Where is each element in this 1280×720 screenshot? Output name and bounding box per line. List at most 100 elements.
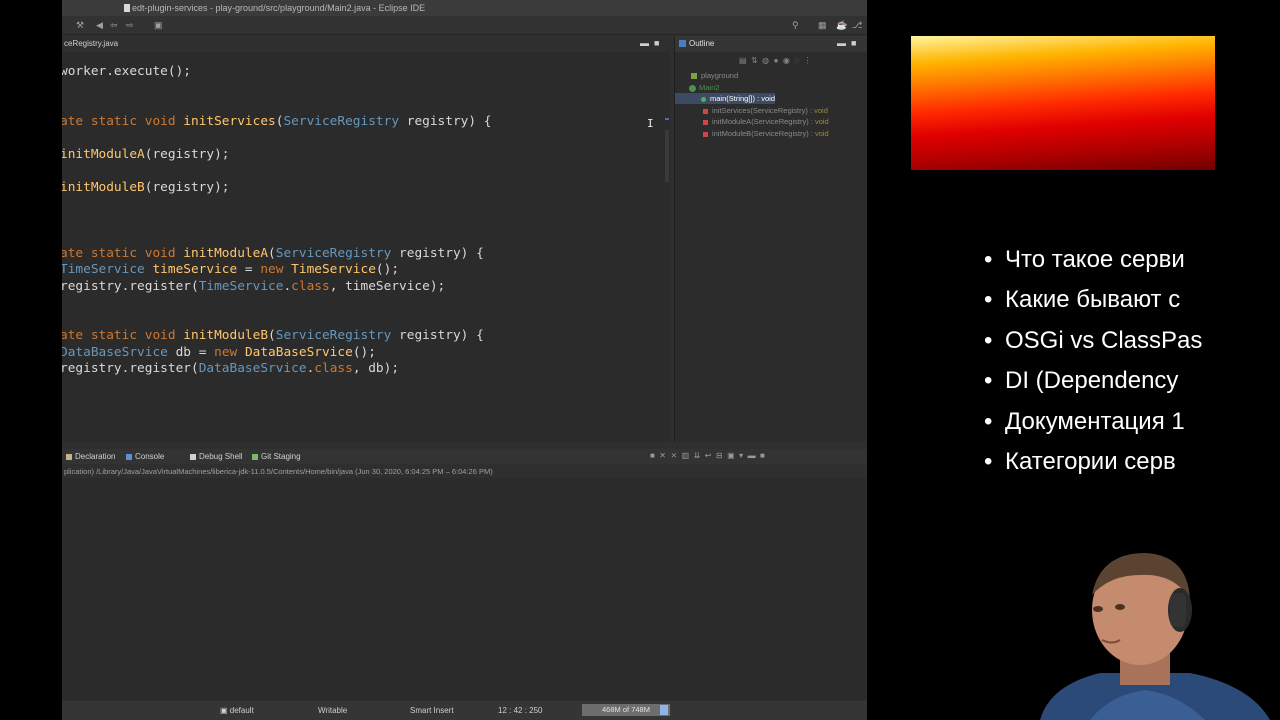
console-output[interactable] (62, 478, 867, 700)
outline-item[interactable]: initServices(ServiceRegistry) : void (675, 105, 828, 116)
editor-scrollbar[interactable] (664, 52, 670, 442)
outline-item[interactable]: initModuleA(ServiceRegistry) : void (675, 116, 829, 127)
code-line[interactable]: DataBaseSrvice db = new DataBaseSrvice()… (62, 345, 376, 360)
git-perspective-icon[interactable]: ⎇ (852, 20, 862, 30)
word-wrap-icon[interactable]: ↩ (705, 451, 712, 460)
slide-banner-image (911, 36, 1215, 170)
occurrence-marker[interactable] (665, 118, 669, 120)
view-menu-icon[interactable]: ⋮ (804, 56, 812, 65)
slide-bullet-text: Документация 1 (1005, 407, 1185, 435)
editor-tab[interactable]: ceRegistry.java (62, 36, 164, 52)
maximize-icon[interactable]: ■ (851, 38, 856, 48)
garbage-collect-icon[interactable] (660, 705, 668, 715)
tab-git-staging[interactable]: Git Staging (252, 449, 301, 464)
code-token: ate static void (62, 114, 184, 129)
slide-bullet-text: Какие бывают с (1005, 286, 1181, 314)
sort-icon[interactable]: ⇅ (751, 56, 758, 65)
minimize-icon[interactable]: ▬ (837, 38, 846, 48)
code-token: . (283, 279, 292, 294)
outline-item-label: Main2 (699, 83, 720, 92)
code-token: (registry); (144, 180, 230, 195)
outline-item[interactable]: initModuleB(ServiceRegistry) : void (675, 128, 829, 139)
hide-nonpublic-icon[interactable]: ◉ (783, 56, 790, 65)
remove-launch-icon[interactable]: ✕ (659, 451, 666, 460)
code-token: ( (268, 246, 276, 261)
code-line[interactable]: registry.register(TimeService.class, tim… (62, 279, 445, 294)
code-line[interactable]: TimeService timeService = new TimeServic… (62, 262, 399, 277)
bullet-icon: • (984, 286, 993, 314)
maximize-icon[interactable]: ■ (654, 38, 659, 48)
bullet-icon: • (984, 326, 993, 354)
perspective-icon[interactable]: ▦ (818, 20, 827, 30)
back-arrow-icon[interactable]: ◀ (96, 20, 103, 30)
open-type-icon[interactable]: ▣ (154, 20, 163, 30)
perspective-label: default (229, 706, 254, 715)
tab-declaration[interactable]: Declaration (66, 449, 115, 464)
forward-history-icon[interactable]: ⇨ (126, 20, 134, 30)
hide-local-types-icon[interactable]: ◌ (794, 56, 799, 65)
tab-debug-shell[interactable]: Debug Shell (190, 449, 243, 464)
code-token: db = (167, 345, 215, 360)
java-perspective-icon[interactable]: ☕ (836, 20, 847, 30)
code-token: registry) { (391, 328, 484, 343)
editor-tab-label: ceRegistry.java (64, 39, 119, 48)
minimize-icon[interactable]: ▬ (640, 38, 649, 48)
code-area[interactable]: worker.execute(); ate static void initSer… (62, 52, 668, 442)
outline-item[interactable]: main(String[]) : void (675, 93, 776, 104)
display-console-icon[interactable]: ▣ (727, 451, 735, 460)
debug-shell-icon (190, 453, 196, 460)
tab-outline[interactable]: Outline (679, 36, 714, 52)
code-token: TimeService (291, 262, 376, 277)
code-line[interactable]: ate static void initModuleB(ServiceRegis… (62, 328, 484, 343)
code-token: registry) { (399, 114, 492, 129)
tools-icon[interactable]: ⚒ (76, 20, 84, 30)
remove-all-icon[interactable]: ⨯ (670, 451, 677, 460)
scroll-lock-icon[interactable]: ⇊ (694, 451, 701, 460)
private-method-icon (703, 108, 708, 114)
code-token: new (214, 345, 245, 360)
code-line[interactable]: registry.register(DataBaseSrvice.class, … (62, 361, 399, 376)
terminate-icon[interactable]: ■ (650, 451, 655, 460)
console-tab-label: Git Staging (261, 452, 301, 461)
insert-mode-status: Smart Insert (410, 706, 454, 715)
console-icon (126, 453, 132, 460)
git-staging-icon (252, 453, 258, 460)
code-token: ate static void (62, 328, 184, 343)
code-line[interactable]: ate static void initModuleA(ServiceRegis… (62, 246, 484, 261)
writable-status: Writable (318, 706, 348, 715)
tab-console[interactable]: Console (126, 449, 164, 464)
outline-item[interactable]: Main2 (675, 82, 719, 93)
eclipse-window: edt-plugin-services - play-ground/src/pl… (62, 0, 867, 720)
slide-bullet-text: OSGi vs ClassPas (1005, 326, 1203, 354)
open-console-icon[interactable]: ▾ (739, 451, 743, 460)
slide-bullet-text: DI (Dependency (1005, 367, 1179, 395)
code-line[interactable]: ate static void initServices(ServiceRegi… (62, 114, 491, 129)
code-line[interactable]: worker.execute(); (62, 64, 191, 79)
hide-static-icon[interactable]: ● (774, 56, 779, 65)
hide-fields-icon[interactable]: ◍ (762, 56, 769, 65)
code-line[interactable]: initModuleB(registry); (62, 180, 230, 195)
declaration-icon (66, 453, 72, 460)
search-icon[interactable]: ⚲ (792, 20, 799, 30)
console-tab-label: Debug Shell (199, 452, 243, 461)
code-token: initModuleB (62, 180, 145, 195)
outline-item-label: main(String[]) : void (710, 94, 776, 103)
clear-console-icon[interactable]: ▥ (682, 451, 690, 460)
code-token: ServiceRegistry (275, 246, 392, 261)
outline-view: Outline ▬ ■ ▤ ⇅ ◍ ● ◉ ◌ ⋮ playground Main… (674, 36, 867, 442)
minimize-icon[interactable]: ▬ (748, 451, 756, 460)
code-token: registry.register( (62, 361, 199, 376)
code-editor[interactable]: worker.execute(); ate static void initSer… (62, 52, 670, 442)
scroll-thumb[interactable] (665, 130, 669, 182)
back-history-icon[interactable]: ⇦ (110, 20, 118, 30)
slide-bullet-list: • Что такое серви • Какие бывают с • OSGi vs … (984, 240, 1215, 490)
outline-item[interactable]: playground (675, 70, 738, 81)
collapse-all-icon[interactable]: ▤ (739, 56, 747, 65)
pin-console-icon[interactable]: ⊟ (716, 451, 723, 460)
maximize-icon[interactable]: ■ (760, 451, 765, 460)
document-icon (124, 4, 130, 12)
main-toolbar: ⚒ ◀ ⇦ ⇨ ▣ ⚲ ▦ ☕ ⎇ (62, 16, 867, 35)
code-line[interactable]: initModuleA(registry); (62, 147, 230, 162)
code-token: new (260, 262, 292, 277)
heap-status[interactable]: 468M of 748M (582, 704, 670, 716)
